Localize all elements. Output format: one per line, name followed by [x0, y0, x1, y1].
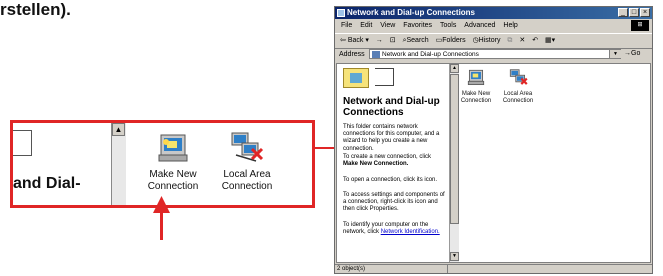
info-pane: Network and Dial-up Connections This fol…: [337, 64, 449, 262]
info-paragraph-4: To access settings and components of a c…: [343, 192, 445, 213]
scroll-down-icon[interactable]: ▼: [450, 252, 459, 261]
info-paragraph-5: To identify your computer on the network…: [343, 222, 440, 236]
history-button[interactable]: ◷History: [473, 34, 501, 48]
menu-edit[interactable]: Edit: [360, 20, 372, 32]
windows-logo-icon: ⊞: [631, 20, 649, 31]
menu-view[interactable]: View: [380, 20, 395, 32]
network-folder-icon: [372, 51, 380, 58]
scroll-up-icon[interactable]: ▲: [112, 123, 125, 136]
close-icon[interactable]: ×: [640, 8, 650, 17]
toolbar: ⇦ Back ▾ → ⊡ ⌕Search ▭Folders ◷History ⧉…: [335, 33, 652, 49]
window-title: Network and Dial-up Connections: [347, 8, 476, 17]
zoom-arrow-shaft: [160, 212, 163, 240]
address-field[interactable]: Network and Dial-up Connections ▼: [369, 49, 621, 59]
menu-advanced[interactable]: Advanced: [464, 20, 495, 32]
local-area-connection-icon[interactable]: [507, 67, 529, 89]
page-heading-fragment: rstellen).: [0, 0, 71, 19]
info-paragraph-3: To open a connection, click its icon.: [343, 177, 438, 183]
make-new-connection-label: Make New Connection: [460, 91, 492, 104]
window-icon: [337, 9, 345, 17]
content-area: Network and Dial-up Connections This fol…: [336, 63, 651, 263]
info-paragraph-2: To create a new connection, click Make N…: [343, 154, 432, 168]
zoom-icon-pane: Make New Connection Local Area Connectio…: [126, 123, 312, 205]
local-area-connection-label: Local Area Connection: [221, 169, 273, 192]
info-pane-title: Network and Dial-up Connections: [343, 96, 440, 118]
info-paragraph-1: This folder contains network connections…: [343, 124, 440, 152]
make-new-connection-icon[interactable]: [465, 68, 487, 90]
views-icon[interactable]: ▦▾: [545, 34, 555, 48]
delete-icon[interactable]: ✕: [519, 34, 525, 48]
undo-icon[interactable]: ↶: [532, 34, 538, 48]
zoom-callout: and Dial- ▲ Make New Connection Local Ar…: [10, 120, 315, 208]
network-identification-link[interactable]: Network Identification.: [381, 229, 440, 235]
folders-button[interactable]: ▭Folders: [436, 34, 466, 48]
zoom-pane-title: and Dial-: [13, 175, 81, 192]
local-area-connection-icon[interactable]: [226, 129, 266, 169]
minimize-icon[interactable]: _: [618, 8, 628, 17]
folder-bracket-icon: [375, 68, 394, 86]
forward-button[interactable]: →: [376, 34, 383, 48]
menu-file[interactable]: File: [341, 20, 352, 32]
zoom-arrow-icon: [153, 196, 170, 213]
explorer-window: Network and Dial-up Connections _ □ × Fi…: [334, 6, 653, 274]
network-folder-large-icon: [343, 68, 369, 88]
menu-tools[interactable]: Tools: [440, 20, 456, 32]
local-area-connection-label: Local Area Connection: [502, 91, 534, 104]
make-new-connection-label: Make New Connection: [147, 169, 199, 192]
menu-bar: File Edit View Favorites Tools Advanced …: [335, 20, 652, 32]
status-bar: 2 object(s): [335, 264, 652, 274]
up-folder-icon[interactable]: ⊡: [390, 34, 396, 48]
scroll-up-icon[interactable]: ▲: [450, 64, 459, 73]
icon-pane: Make New Connection Local Area Connectio…: [459, 64, 650, 262]
status-object-count: 2 object(s): [335, 265, 448, 273]
move-to-icon[interactable]: ⧉: [507, 34, 512, 48]
address-bar: Address Network and Dial-up Connections …: [335, 48, 652, 61]
make-new-connection-icon[interactable]: [153, 131, 193, 171]
address-dropdown-icon[interactable]: ▼: [609, 50, 621, 58]
go-button[interactable]: →Go: [624, 49, 640, 59]
title-bar[interactable]: Network and Dial-up Connections _ □ ×: [335, 7, 652, 19]
maximize-icon[interactable]: □: [629, 8, 639, 17]
search-button[interactable]: ⌕Search: [403, 34, 429, 48]
zoom-scrollbar[interactable]: ▲: [111, 123, 127, 205]
zoom-left-pane: and Dial-: [13, 123, 111, 205]
address-label: Address: [339, 51, 365, 58]
folder-bracket-icon: [13, 130, 32, 156]
menu-help[interactable]: Help: [503, 20, 517, 32]
back-button[interactable]: ⇦ Back ▾: [340, 34, 369, 48]
menu-favorites[interactable]: Favorites: [403, 20, 432, 32]
